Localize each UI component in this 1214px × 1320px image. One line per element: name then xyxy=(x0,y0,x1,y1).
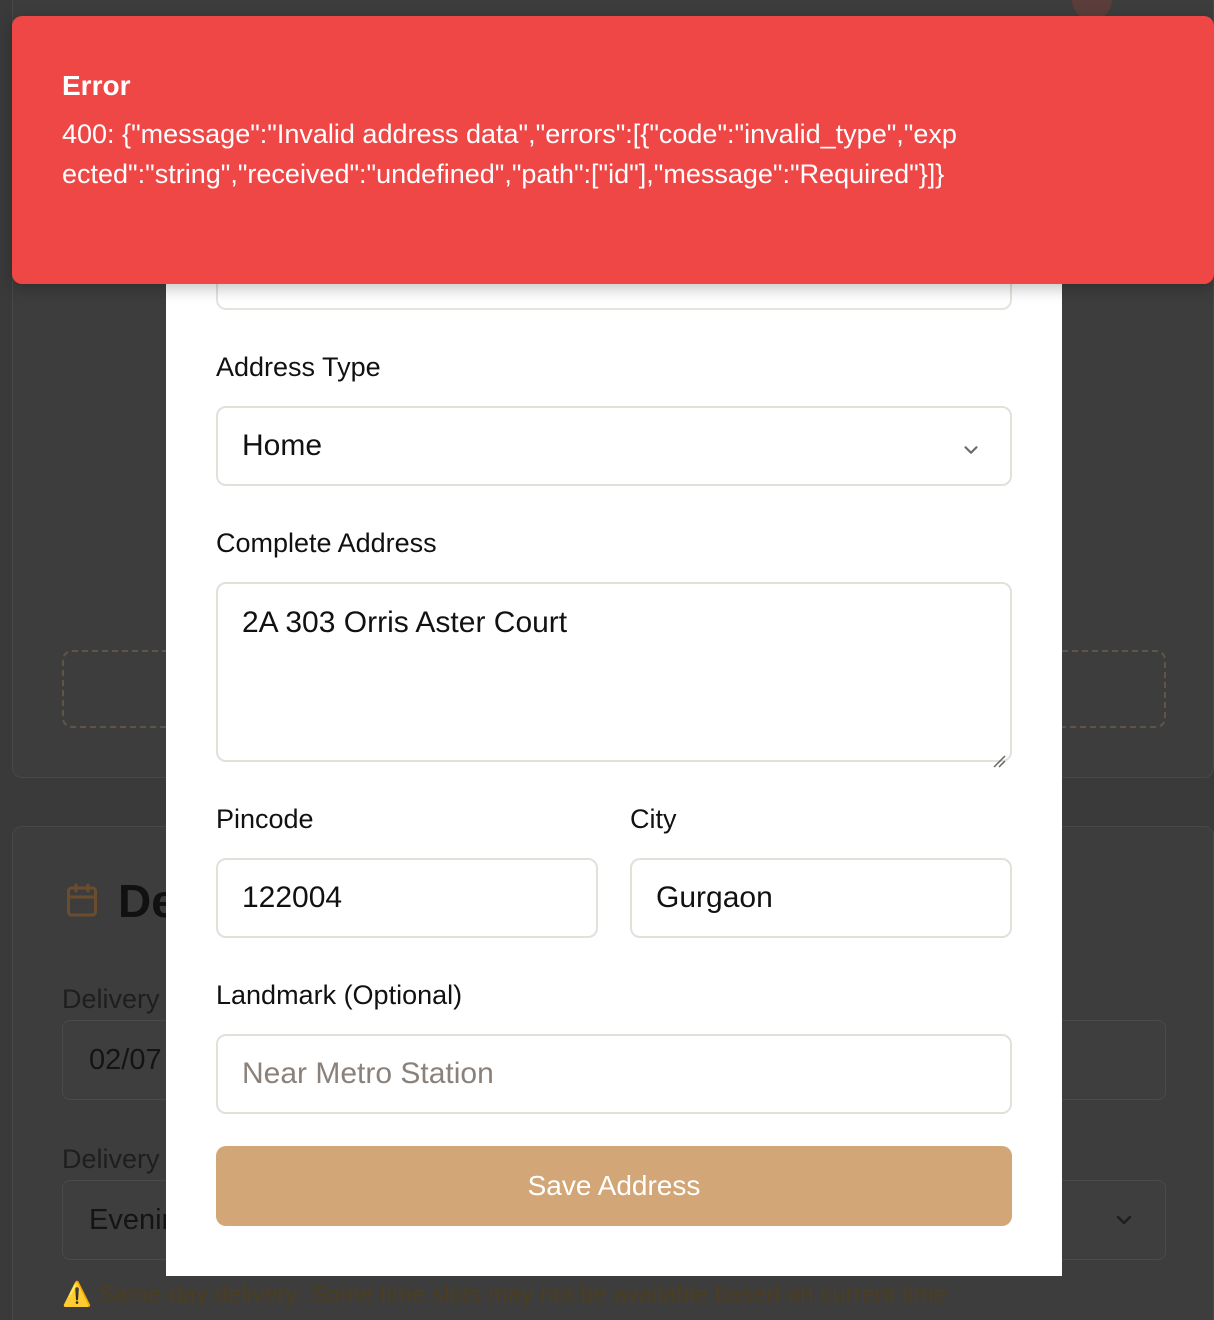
landmark-placeholder: Near Metro Station xyxy=(242,1057,494,1090)
complete-address-textarea[interactable]: 2A 303 Orris Aster Court xyxy=(216,582,1012,768)
pincode-value: 122004 xyxy=(242,881,343,914)
address-type-select[interactable]: Home xyxy=(216,406,1012,486)
error-toast: Error 400: {"message":"Invalid address d… xyxy=(12,16,1214,284)
city-value: Gurgaon xyxy=(656,881,773,914)
complete-address-label: Complete Address xyxy=(216,528,437,558)
same-day-delivery-note: ⚠️ Same-day delivery: Some time slots ma… xyxy=(62,1281,947,1308)
pincode-input[interactable]: 122004 xyxy=(216,858,598,938)
landmark-input[interactable]: Near Metro Station xyxy=(216,1034,1012,1114)
chevron-down-icon xyxy=(1112,1208,1136,1232)
city-input[interactable]: Gurgaon xyxy=(630,858,1012,938)
delivery-date-label: Delivery xyxy=(62,984,160,1014)
error-toast-title: Error xyxy=(62,70,131,101)
chevron-down-icon xyxy=(960,435,982,457)
resize-handle-icon[interactable] xyxy=(992,742,1006,768)
address-type-label: Address Type xyxy=(216,352,381,382)
address-type-value: Home xyxy=(242,429,323,462)
complete-address-value: 2A 303 Orris Aster Court xyxy=(242,606,568,639)
city-label: City xyxy=(630,804,677,834)
address-modal: Address Type Home Complete Address 2A 30… xyxy=(166,250,1062,1276)
error-toast-message: 400: {"message":"Invalid address data","… xyxy=(62,119,957,189)
save-address-button[interactable]: Save Address xyxy=(216,1146,1012,1226)
calendar-icon xyxy=(64,882,100,918)
landmark-label: Landmark (Optional) xyxy=(216,980,463,1010)
delivery-time-label: Delivery xyxy=(62,1144,160,1174)
pincode-label: Pincode xyxy=(216,804,314,834)
